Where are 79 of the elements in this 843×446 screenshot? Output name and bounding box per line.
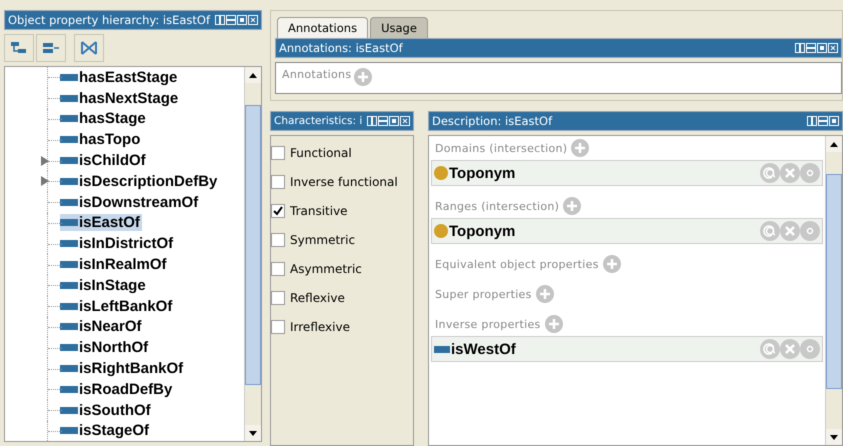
scrollbar[interactable] <box>244 67 261 441</box>
property-tree-item[interactable]: hasEastStage <box>60 68 180 86</box>
add-sibling-button[interactable] <box>36 34 66 62</box>
property-tree-item[interactable]: isDescriptionDefBy <box>60 172 220 190</box>
checkbox[interactable] <box>271 320 285 334</box>
hierarchy-icon <box>10 40 28 56</box>
property-tree-item[interactable]: isInStage <box>60 276 148 294</box>
panel-title: Object property hierarchy: isEastOf <box>8 13 212 27</box>
minimize-icon[interactable] <box>226 15 236 25</box>
section-label: Equivalent object properties <box>435 258 599 270</box>
section-label: Annotations <box>282 68 352 81</box>
checkbox-label: Asymmetric <box>290 262 362 276</box>
property-tree-item[interactable]: isInRealmOf <box>60 256 169 274</box>
property-tree-item[interactable]: isEastOf <box>60 214 142 232</box>
tab[interactable]: Annotations <box>277 17 368 38</box>
property-tree-item[interactable]: hasNextStage <box>60 90 180 107</box>
class-icon <box>434 166 448 180</box>
split-icon[interactable] <box>215 15 225 25</box>
checkbox[interactable] <box>271 204 285 218</box>
split-icon[interactable] <box>807 116 817 126</box>
class-icon <box>434 224 448 238</box>
scroll-up-icon[interactable] <box>830 142 838 146</box>
minimize-icon[interactable] <box>818 116 828 126</box>
scroll-down-icon[interactable] <box>249 430 257 436</box>
checkbox-label: Transitive <box>290 204 348 218</box>
property-tree-item[interactable]: isChildOf <box>60 152 148 170</box>
scroll-down-icon[interactable] <box>830 434 838 440</box>
sibling-icon <box>42 40 60 56</box>
property-tree-item[interactable]: isInDistrictOf <box>60 235 176 252</box>
property-tree-item[interactable]: isNearOf <box>60 318 144 336</box>
checkbox-label: Functional <box>290 146 352 160</box>
checkbox-label: Irreflexive <box>290 320 350 334</box>
close-icon[interactable] <box>828 43 838 53</box>
section-label: Inverse properties <box>435 318 541 330</box>
checkbox-label: Reflexive <box>290 290 345 304</box>
close-icon[interactable] <box>248 15 258 25</box>
entity-name: Toponym <box>449 222 516 240</box>
checkbox-label: Inverse functional <box>290 174 398 188</box>
section-label: Domains (intersection) <box>435 142 568 154</box>
checkbox[interactable] <box>271 262 285 276</box>
entity-name: isWestOf <box>451 340 517 358</box>
maximize-icon[interactable] <box>817 43 827 53</box>
maximize-icon[interactable] <box>389 116 399 126</box>
property-tree-item[interactable]: isStageOf <box>60 422 152 440</box>
maximize-icon[interactable] <box>237 15 247 25</box>
section-label: Ranges (intersection) <box>435 200 560 212</box>
tab[interactable]: Usage <box>370 17 428 38</box>
minimize-icon[interactable] <box>378 116 388 126</box>
maximize-icon[interactable] <box>829 116 839 126</box>
panel-title: Characteristics: i <box>274 115 364 127</box>
property-tree-item[interactable]: isRightBankOf <box>60 360 186 378</box>
bowtie-icon <box>80 40 98 56</box>
expand-arrow-icon[interactable] <box>41 176 49 186</box>
scroll-up-icon[interactable] <box>249 72 257 78</box>
entity-name: Toponym <box>449 164 516 182</box>
property-tree-item[interactable]: isRoadDefBy <box>60 380 174 398</box>
checkbox[interactable] <box>271 232 285 246</box>
property-tree-item[interactable]: isSouthOf <box>60 402 153 419</box>
scrollbar[interactable] <box>825 136 842 445</box>
checkbox[interactable] <box>271 290 285 304</box>
expand-arrow-icon[interactable] <box>41 156 49 166</box>
property-tree-item[interactable]: isLeftBankOf <box>60 298 174 315</box>
property-tree-item[interactable]: hasStage <box>60 110 148 128</box>
minimize-icon[interactable] <box>806 43 816 53</box>
split-icon[interactable] <box>795 43 805 53</box>
property-tree-item[interactable]: isNorthOf <box>60 339 150 356</box>
property-icon <box>434 346 450 352</box>
close-icon[interactable] <box>400 116 410 126</box>
checkbox-label: Symmetric <box>290 232 356 246</box>
checkbox[interactable] <box>271 146 285 160</box>
delete-button[interactable] <box>74 34 104 62</box>
section-label: Super properties <box>435 288 532 300</box>
add-subproperty-button[interactable] <box>4 34 34 62</box>
property-tree-item[interactable]: hasTopo <box>60 131 142 148</box>
split-icon[interactable] <box>367 116 377 126</box>
property-tree-item[interactable]: isDownstreamOf <box>60 194 200 211</box>
panel-title: Annotations: isEastOf <box>279 41 404 55</box>
panel-title: Description: isEastOf <box>432 114 554 128</box>
checkbox[interactable] <box>271 174 285 188</box>
